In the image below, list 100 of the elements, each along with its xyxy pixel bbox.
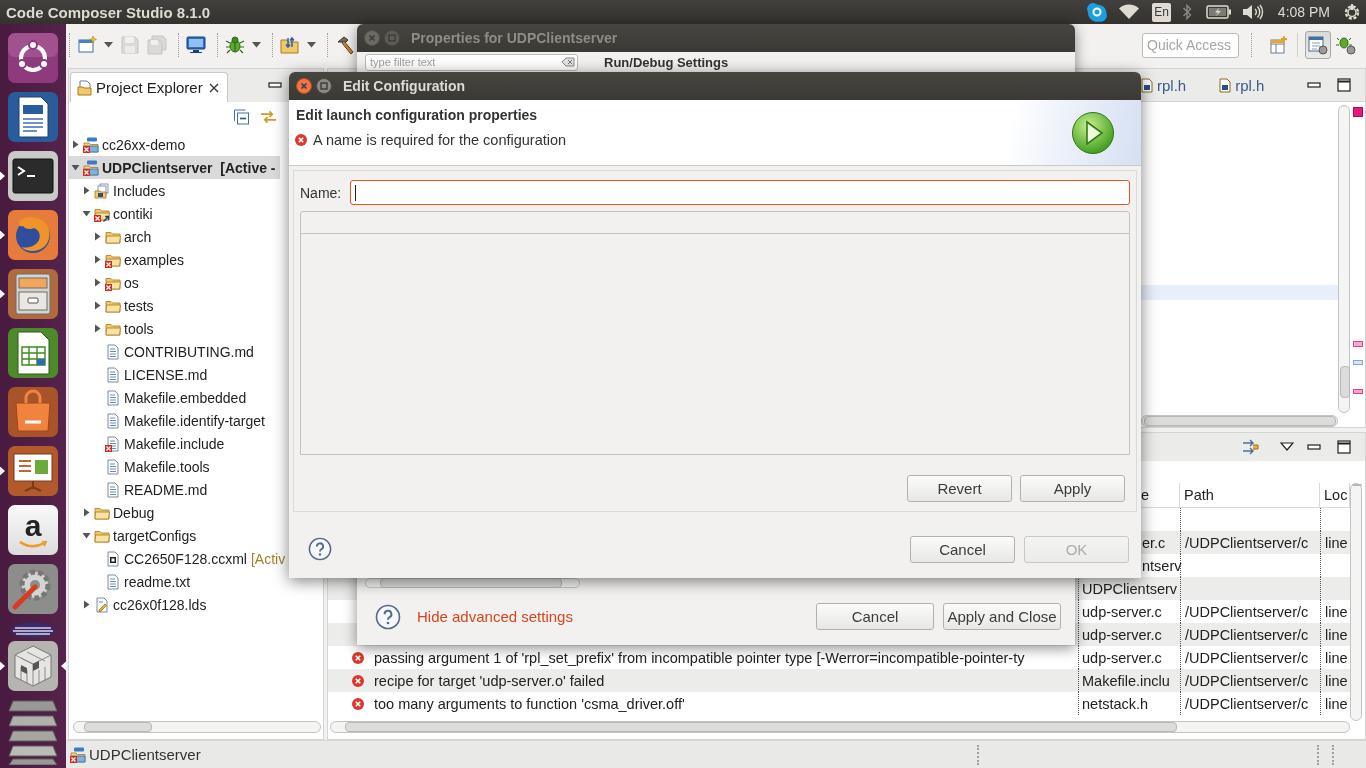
collapsed-arrow-icon[interactable] (93, 232, 102, 241)
hide-advanced-settings-link[interactable]: Hide advanced settings (417, 608, 573, 625)
location-text: line (1325, 649, 1348, 666)
editor-tab[interactable]: rpl.h (1219, 72, 1265, 98)
tree-item[interactable]: Includes (69, 179, 170, 202)
dialog-button[interactable]: Cancel (816, 603, 934, 630)
tree-item[interactable]: Makefile.identify-target (69, 409, 269, 432)
dialog-button[interactable]: Revert (907, 475, 1012, 502)
dropdown-caret-icon[interactable] (252, 42, 261, 48)
collapsed-arrow-icon[interactable] (82, 600, 91, 609)
wifi-icon[interactable] (1118, 4, 1141, 20)
shopping-bag-icon[interactable] (7, 386, 59, 438)
tree-item[interactable]: targetConfigs (69, 524, 201, 547)
vertical-scrollbar[interactable] (1350, 483, 1362, 721)
window-star-icon[interactable] (77, 35, 97, 55)
globe-icon[interactable] (7, 209, 59, 261)
arrows-icon[interactable] (1241, 438, 1261, 456)
window-title: Code Composer Studio 8.1.0 (6, 3, 211, 21)
help-icon[interactable] (375, 603, 401, 630)
terminal-icon[interactable] (7, 150, 59, 202)
tree-item[interactable]: Makefile.tools (69, 455, 214, 478)
bug-icon[interactable] (225, 35, 245, 55)
windows-minus-icon[interactable] (233, 109, 250, 125)
expanded-arrow-icon[interactable] (71, 163, 80, 172)
tree-item[interactable]: os (69, 271, 143, 294)
horizontal-scrollbar[interactable] (1141, 415, 1338, 427)
dialog-button[interactable]: Cancel (910, 535, 1015, 563)
cube-grid-icon[interactable] (7, 640, 59, 692)
tree-item[interactable]: UDPClientserver [Active - (69, 156, 280, 179)
vertical-scrollbar[interactable] (1338, 105, 1350, 413)
spreadsheet-icon[interactable] (7, 327, 59, 379)
document-icon[interactable] (7, 91, 59, 143)
monitor-icon[interactable] (186, 35, 206, 55)
clock[interactable]: 4:08 PM (1277, 4, 1330, 20)
expanded-arrow-icon[interactable] (82, 531, 91, 540)
quick-access-field[interactable]: Quick Access (1142, 32, 1239, 58)
tree-item[interactable]: tools (69, 317, 158, 340)
resource-name: UDPClientserv (1082, 580, 1178, 597)
ring-dots-icon[interactable] (7, 32, 59, 84)
tree-item[interactable]: cc26xx-demo (69, 133, 190, 156)
tree-item[interactable]: LICENSE.md (69, 363, 212, 386)
column-header[interactable]: Path (1184, 487, 1214, 503)
filter-field[interactable]: type filter text (365, 53, 578, 71)
help-icon[interactable] (308, 537, 332, 561)
collapsed-arrow-icon[interactable] (82, 186, 91, 195)
dialog-button[interactable]: Apply (1020, 475, 1125, 502)
collapsed-arrow-icon[interactable] (93, 278, 102, 287)
collapsed-arrow-icon[interactable] (82, 508, 91, 517)
file-cabinet-icon[interactable] (7, 268, 59, 320)
column-header[interactable]: e (1141, 487, 1150, 503)
ruler-marker-icon[interactable] (1353, 107, 1363, 117)
power-gear-icon[interactable] (1343, 3, 1361, 21)
folded-tiles-icon[interactable] (7, 699, 59, 765)
battery-charging-icon[interactable] (1205, 5, 1232, 19)
hammer-icon[interactable] (335, 35, 355, 55)
down-triangle-icon[interactable] (1280, 442, 1294, 452)
dropdown-caret-icon[interactable] (104, 42, 113, 48)
project-explorer-tab[interactable]: Project Explorer (70, 72, 228, 102)
maximize-icon[interactable] (1337, 78, 1351, 92)
ruler-marker-icon[interactable] (1353, 360, 1363, 365)
tree-item[interactable]: CC2650F128.ccxml [Activ (69, 547, 290, 570)
expanded-arrow-icon[interactable] (82, 209, 91, 218)
clear-icon[interactable] (561, 56, 575, 67)
collapsed-arrow-icon[interactable] (71, 140, 80, 149)
keyboard-layout-indicator[interactable]: En (1152, 2, 1171, 22)
tree-item[interactable]: readme.txt (69, 570, 195, 593)
editor-tab[interactable]: rpl.h (1141, 72, 1187, 98)
tree-item[interactable]: Debug (69, 501, 159, 524)
close-icon[interactable] (208, 82, 219, 93)
horizontal-scrollbar[interactable] (365, 578, 580, 588)
maximize-icon[interactable] (1337, 440, 1351, 454)
ring-blob-icon[interactable] (1086, 1, 1109, 23)
tree-item[interactable]: cc26x0f128.lds (69, 593, 211, 616)
dropdown-caret-icon[interactable] (307, 42, 316, 48)
collapsed-arrow-icon[interactable] (93, 255, 102, 264)
tree-item[interactable]: README.md (69, 478, 212, 501)
tree-item[interactable]: Makefile.include (69, 432, 229, 455)
tree-item[interactable]: examples (69, 248, 188, 271)
tree-item[interactable]: arch (69, 225, 156, 248)
horizontal-scrollbar[interactable] (330, 721, 1350, 733)
tree-item[interactable]: contiki (69, 202, 157, 225)
gear-wrench-icon[interactable] (7, 563, 59, 615)
tree-item[interactable]: Makefile.embedded (69, 386, 251, 409)
tree-item[interactable]: CONTRIBUTING.md (69, 340, 258, 363)
volume-icon[interactable] (1241, 4, 1264, 20)
collapsed-arrow-icon[interactable] (93, 324, 102, 333)
tree-item[interactable]: tests (69, 294, 158, 317)
name-field[interactable] (350, 180, 1130, 205)
resource-name: udp-server.c (1082, 649, 1162, 666)
ruler-marker-icon[interactable] (1353, 341, 1363, 347)
presentation-icon[interactable] (7, 445, 59, 497)
bluetooth-icon[interactable] (1181, 3, 1192, 21)
perspective-button[interactable] (1305, 31, 1331, 59)
horizontal-scrollbar[interactable] (73, 721, 321, 733)
column-header[interactable]: Loc (1324, 487, 1348, 503)
app-tile[interactable]: a (8, 505, 58, 555)
collapsed-arrow-icon[interactable] (93, 301, 102, 310)
dialog-button[interactable]: Apply and Close (943, 603, 1061, 630)
ruler-marker-icon[interactable] (1353, 389, 1363, 394)
folder-arrows-icon[interactable] (280, 35, 300, 55)
